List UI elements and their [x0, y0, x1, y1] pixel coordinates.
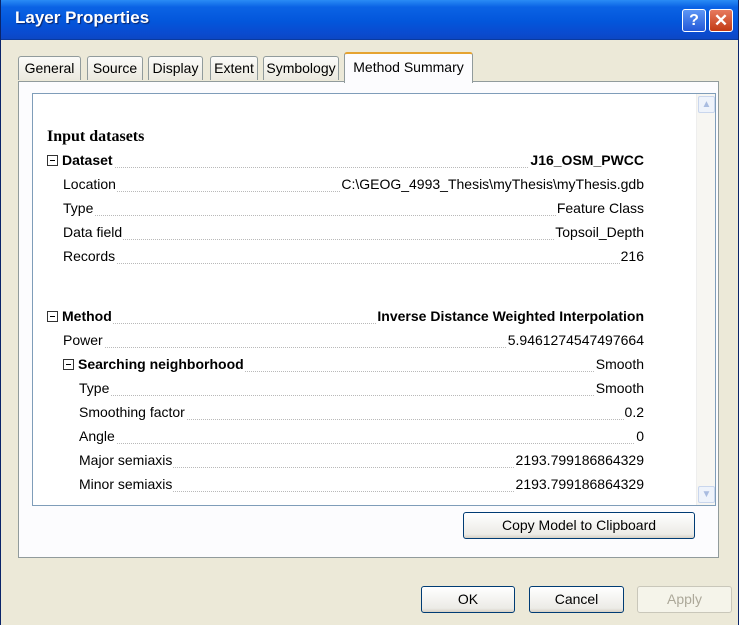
- method-value: Inverse Distance Weighted Interpolation: [376, 308, 644, 324]
- smoothing-factor-value: 0.2: [623, 404, 644, 420]
- angle-value: 0: [635, 428, 644, 444]
- major-semiaxis-label: Major semiaxis: [79, 452, 174, 468]
- method-row: Method Inverse Distance Weighted Interpo…: [47, 308, 644, 328]
- minor-semiaxis-value: 2193.799186864329: [514, 476, 644, 492]
- help-icon[interactable]: ?: [682, 9, 706, 32]
- data-field-label: Data field: [63, 224, 124, 240]
- tab-extent[interactable]: Extent: [210, 56, 258, 80]
- power-value: 5.9461274547497664: [506, 332, 644, 348]
- records-value: 216: [619, 248, 644, 264]
- vertical-scrollbar[interactable]: ▲ ▼: [696, 94, 715, 505]
- cancel-button[interactable]: Cancel: [529, 586, 624, 613]
- type-value: Feature Class: [555, 200, 644, 216]
- copy-model-button[interactable]: Copy Model to Clipboard: [463, 512, 695, 539]
- layer-properties-dialog: Layer Properties ? ✕ General Source Disp…: [0, 0, 739, 625]
- smoothing-factor-row: Smoothing factor 0.2: [79, 404, 644, 424]
- type-label: Type: [63, 200, 95, 216]
- ok-button[interactable]: OK: [421, 586, 515, 613]
- method-summary-view[interactable]: Input datasets Dataset J16_OSM_PWCC Loca…: [32, 93, 716, 506]
- scroll-down-icon[interactable]: ▼: [698, 486, 715, 503]
- tab-symbology[interactable]: Symbology: [263, 56, 339, 80]
- major-semiaxis-value: 2193.799186864329: [514, 452, 644, 468]
- data-field-row: Data field Topsoil_Depth: [63, 224, 644, 244]
- tab-method-summary[interactable]: Method Summary: [344, 52, 473, 83]
- method-summary-panel: Input datasets Dataset J16_OSM_PWCC Loca…: [18, 81, 719, 558]
- collapse-toggle-icon[interactable]: [47, 155, 58, 166]
- records-row: Records 216: [63, 248, 644, 268]
- location-label: Location: [63, 176, 117, 192]
- records-label: Records: [63, 248, 117, 264]
- tab-display[interactable]: Display: [148, 56, 203, 80]
- power-row: Power 5.9461274547497664: [63, 332, 644, 352]
- apply-button[interactable]: Apply: [637, 586, 732, 613]
- major-semiaxis-row: Major semiaxis 2193.799186864329: [79, 452, 644, 472]
- angle-label: Angle: [79, 428, 116, 444]
- close-icon[interactable]: ✕: [709, 9, 733, 32]
- tab-general[interactable]: General: [18, 56, 81, 80]
- searching-neighborhood-value: Smooth: [594, 356, 644, 372]
- minor-semiaxis-label: Minor semiaxis: [79, 476, 174, 492]
- dataset-value: J16_OSM_PWCC: [529, 152, 644, 168]
- window-title: Layer Properties: [15, 8, 150, 27]
- scroll-up-icon[interactable]: ▲: [698, 96, 715, 113]
- dataset-label: Dataset: [62, 152, 113, 168]
- dataset-row: Dataset J16_OSM_PWCC: [47, 152, 644, 172]
- data-field-value: Topsoil_Depth: [554, 224, 644, 240]
- searching-neighborhood-row: Searching neighborhood Smooth: [63, 356, 644, 376]
- method-label: Method: [62, 308, 112, 324]
- search-type-label: Type: [79, 380, 111, 396]
- input-datasets-heading: Input datasets: [47, 128, 145, 145]
- search-type-row: Type Smooth: [79, 380, 644, 400]
- search-type-value: Smooth: [594, 380, 644, 396]
- location-row: Location C:\GEOG_4993_Thesis\myThesis\my…: [63, 176, 644, 196]
- collapse-toggle-icon[interactable]: [47, 311, 58, 322]
- collapse-toggle-icon[interactable]: [63, 359, 74, 370]
- location-value: C:\GEOG_4993_Thesis\myThesis\myThesis.gd…: [340, 176, 644, 192]
- minor-semiaxis-row: Minor semiaxis 2193.799186864329: [79, 476, 644, 496]
- searching-neighborhood-label: Searching neighborhood: [78, 356, 244, 372]
- smoothing-factor-label: Smoothing factor: [79, 404, 186, 420]
- title-bar[interactable]: Layer Properties ? ✕: [1, 0, 738, 40]
- type-row: Type Feature Class: [63, 200, 644, 220]
- tab-source[interactable]: Source: [87, 56, 143, 80]
- angle-row: Angle 0: [79, 428, 644, 448]
- power-label: Power: [63, 332, 104, 348]
